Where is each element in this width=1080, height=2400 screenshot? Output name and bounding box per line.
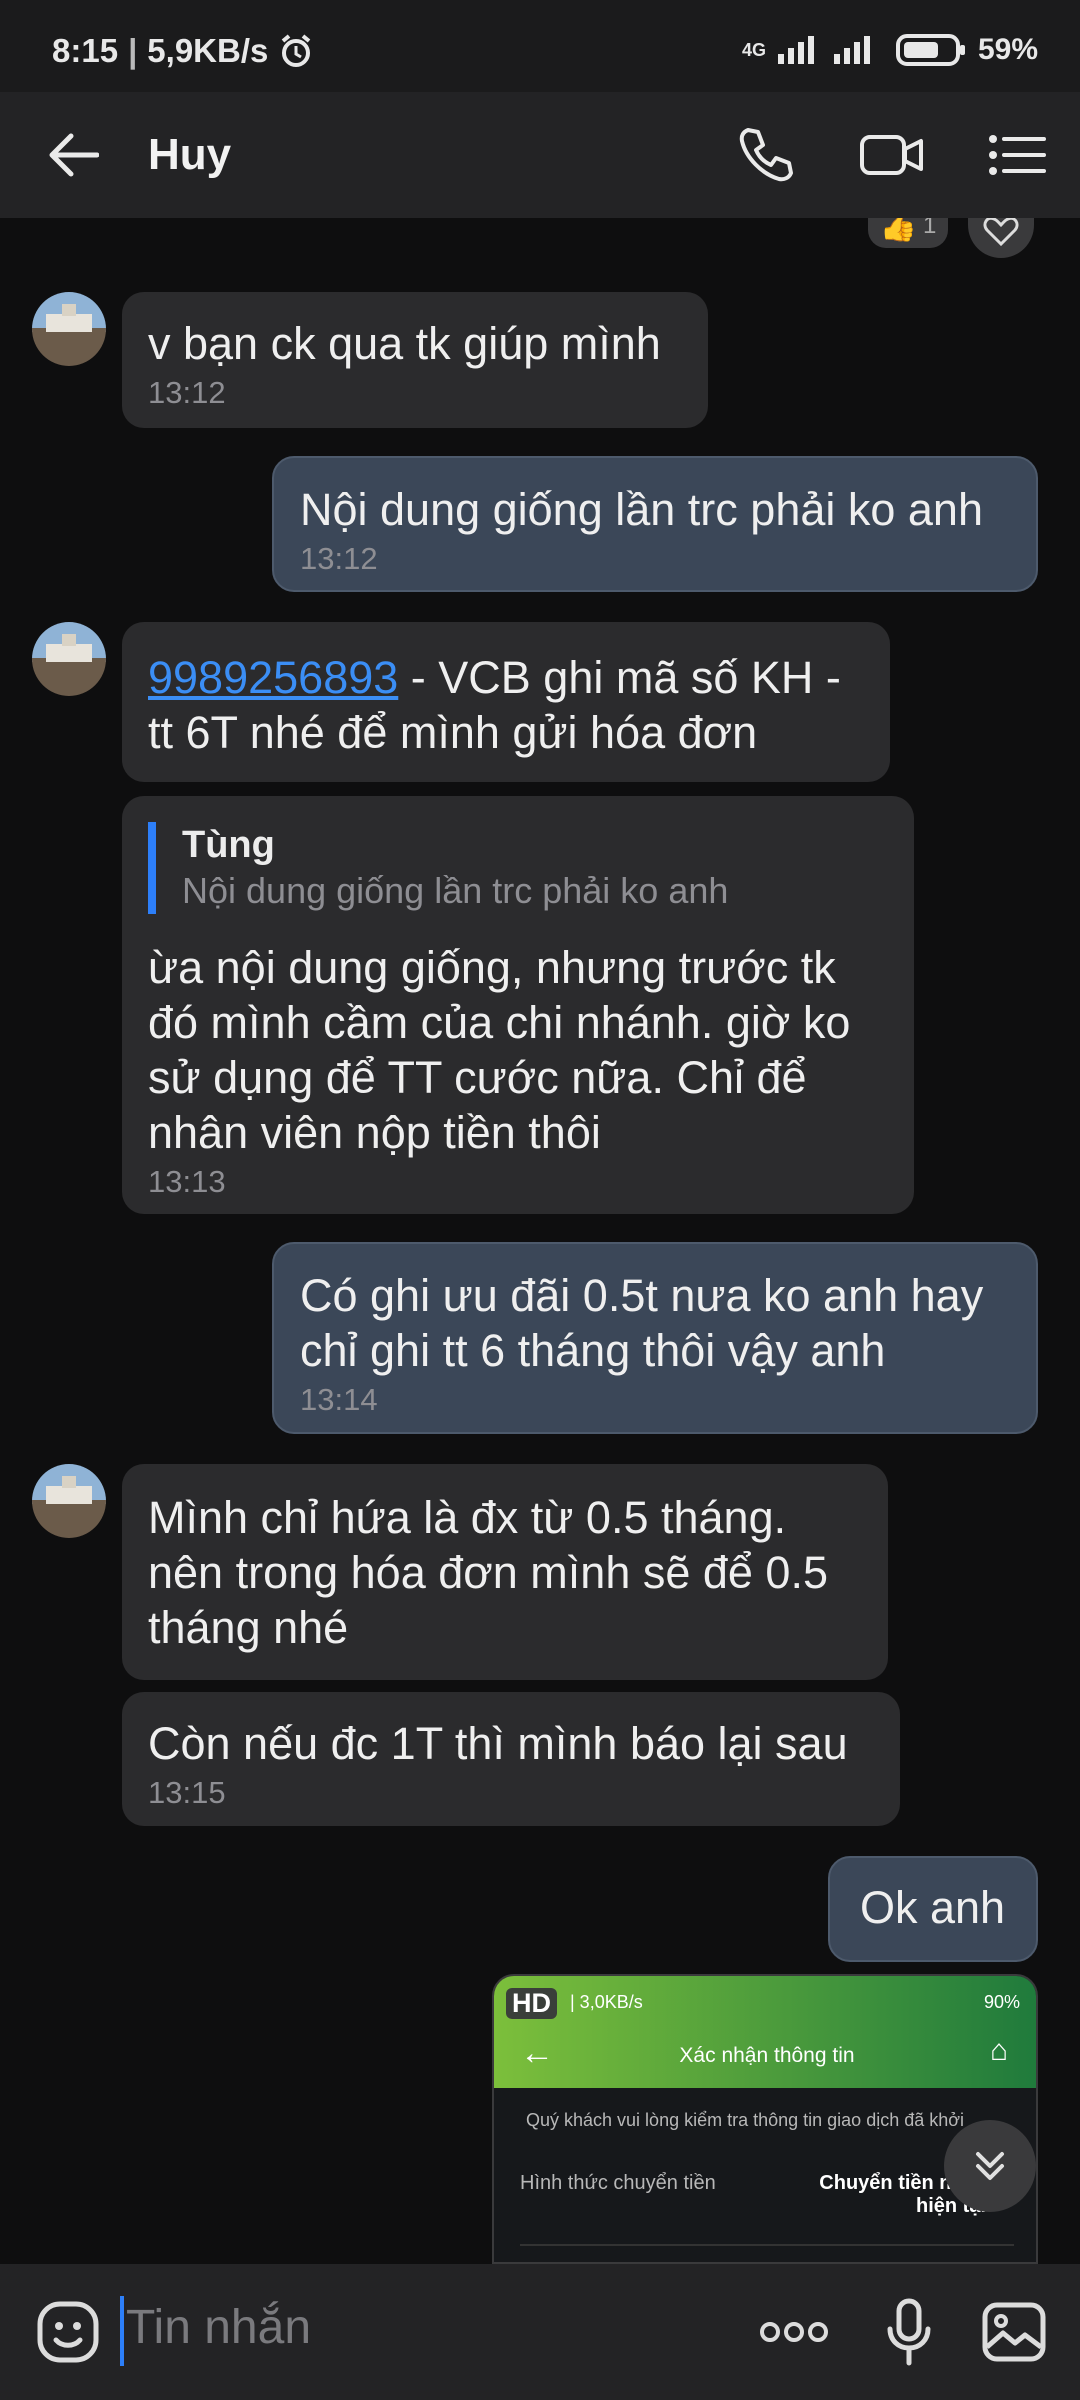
avatar[interactable]	[32, 1464, 106, 1538]
avatar-image	[32, 1464, 106, 1538]
avatar[interactable]	[32, 292, 106, 366]
more-dots-icon	[760, 2322, 828, 2342]
message-text: Có ghi ưu đãi 0.5t nưa ko anh hay chỉ gh…	[300, 1270, 984, 1376]
status-net-speed: 5,9KB/s	[147, 32, 269, 69]
message-input[interactable]: Tin nhắn	[126, 2300, 311, 2355]
message-time: 13:12	[300, 541, 378, 576]
message-bubble-sent[interactable]: Nội dung giống lần trc phải ko anh 13:12	[272, 456, 1038, 592]
network-type: 4G	[741, 40, 766, 60]
message-bubble-received[interactable]: v bạn ck qua tk giúp mình 13:12	[122, 292, 708, 428]
status-bar: 8:15 | 5,9KB/s 4G 59%	[0, 0, 1080, 92]
message-bubble-sent[interactable]: Có ghi ưu đãi 0.5t nưa ko anh hay chỉ gh…	[272, 1242, 1038, 1434]
message-bubble-sent[interactable]: Ok anh	[828, 1856, 1038, 1962]
image-message-preview[interactable]: HD | 3,0KB/s 90% ← Xác nhận thông tin ⌂ …	[492, 1974, 1038, 2264]
message-text: Mình chỉ hứa là đx từ 0.5 tháng. nên tro…	[148, 1492, 828, 1653]
message-bubble-received[interactable]: 9989256893 - VCB ghi mã số KH - tt 6T nh…	[122, 622, 890, 782]
account-number-link[interactable]: 9989256893	[148, 652, 398, 703]
hd-badge: HD	[506, 1988, 557, 2019]
microphone-icon	[887, 2298, 931, 2366]
message-text: ừa nội dung giống, nhưng trước tk đó mìn…	[148, 942, 851, 1158]
text-cursor	[120, 2296, 124, 2366]
signal-icon	[777, 36, 870, 64]
message-text-with-link: 9989256893 - VCB ghi mã số KH - tt 6T nh…	[148, 650, 864, 760]
scroll-to-bottom-button[interactable]	[944, 2120, 1036, 2212]
message-time: 13:12	[148, 375, 226, 410]
sticker-button[interactable]	[30, 2294, 106, 2370]
gallery-button[interactable]	[976, 2294, 1052, 2370]
message-composer: Tin nhắn	[0, 2264, 1080, 2400]
message-text: Còn nếu đc 1T thì mình báo lại sau	[148, 1718, 848, 1769]
back-button-layer[interactable]	[38, 120, 108, 190]
more-options-button[interactable]	[754, 2310, 834, 2354]
message-time: 13:15	[148, 1775, 226, 1810]
avatar-image	[32, 292, 106, 366]
status-time: 8:15	[52, 32, 119, 69]
voice-call-button-layer[interactable]	[730, 120, 800, 190]
avatar[interactable]	[32, 622, 106, 696]
message-text: v bạn ck qua tk giúp mình	[148, 318, 661, 369]
avatar-image	[32, 622, 106, 696]
message-time: 13:14	[300, 1382, 378, 1417]
message-text: Nội dung giống lần trc phải ko anh	[300, 484, 983, 535]
quote-author: Tùng	[182, 824, 275, 866]
preview-home-icon: ⌂	[990, 2034, 1009, 2067]
sticker-icon	[37, 2301, 99, 2363]
message-bubble-received[interactable]: Mình chỉ hứa là đx từ 0.5 tháng. nên tro…	[122, 1464, 888, 1680]
preview-status-left: | 3,0KB/s	[570, 1992, 643, 2012]
header-layer: Huy	[0, 92, 1080, 218]
message-text: Ok anh	[860, 1882, 1006, 1933]
quote-text: Nội dung giống lần trc phải ko anh	[182, 870, 729, 911]
video-call-button-layer[interactable]	[857, 120, 927, 190]
contact-name-layer[interactable]: Huy	[148, 130, 231, 180]
battery-icon	[895, 34, 965, 66]
preview-notice: Quý khách vui lòng kiểm tra thông tin gi…	[526, 2110, 965, 2130]
back-arrow-icon	[49, 133, 99, 177]
message-bubble-reply[interactable]: Tùng Nội dung giống lần trc phải ko anh …	[122, 796, 914, 1214]
quoted-message[interactable]: Tùng Nội dung giống lần trc phải ko anh	[148, 822, 888, 914]
heart-icon	[983, 216, 1019, 246]
voice-record-button[interactable]	[878, 2294, 940, 2370]
message-bubble-received[interactable]: Còn nếu đc 1T thì mình báo lại sau 13:15	[122, 1692, 900, 1826]
preview-label: Hình thức chuyển tiền	[520, 2172, 716, 2194]
menu-list-icon	[989, 135, 1046, 175]
status-left: 8:15 | 5,9KB/s	[52, 32, 314, 70]
alarm-icon	[282, 34, 311, 67]
phone-call-icon	[739, 128, 793, 182]
message-time: 13:13	[148, 1164, 226, 1199]
double-chevron-down-icon	[976, 2152, 1004, 2180]
battery-percent: 59%	[977, 33, 1038, 66]
gallery-icon	[982, 2302, 1046, 2362]
preview-title: Xác nhận thông tin	[679, 2044, 855, 2067]
chat-menu-button-layer[interactable]	[982, 120, 1052, 190]
status-right: 4G 59%	[742, 32, 1038, 68]
preview-battery: 90%	[984, 1992, 1021, 2012]
preview-divider	[520, 2244, 1014, 2246]
video-call-icon	[860, 135, 923, 175]
